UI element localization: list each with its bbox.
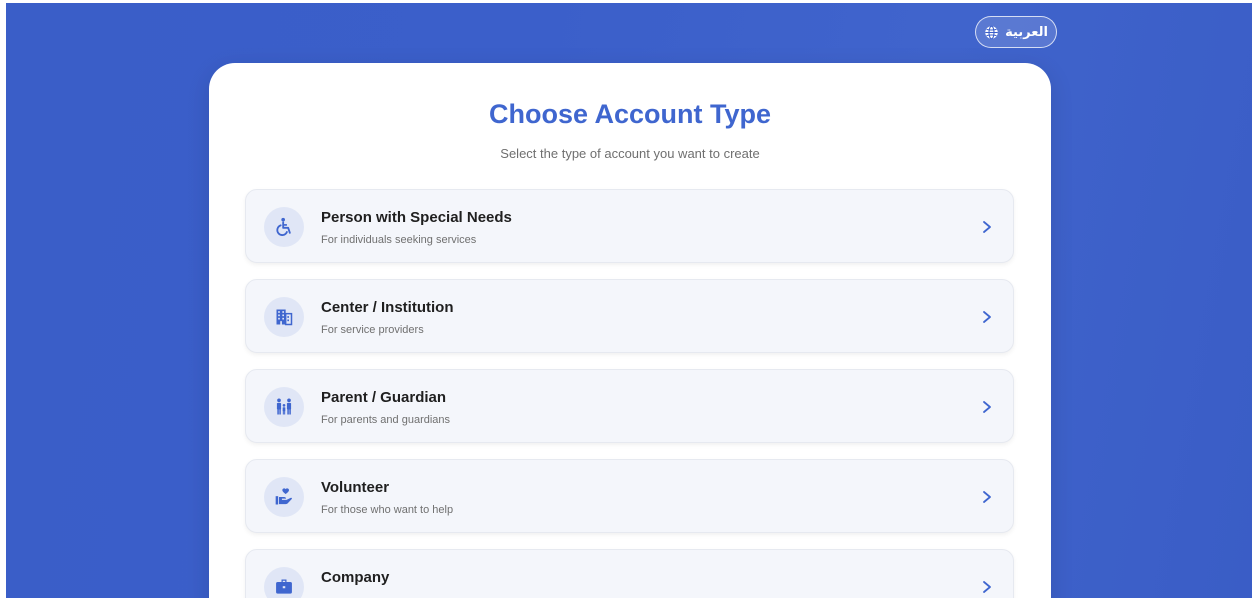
option-description: For those who want to help [321,504,454,516]
account-type-card: Choose Account Type Select the type of a… [209,63,1051,598]
globe-icon [984,25,999,40]
chevron-right-icon [981,580,993,594]
option-label: Center / Institution [321,299,454,316]
page-subtitle: Select the type of account you want to c… [500,146,760,161]
option-label: Volunteer [321,479,390,496]
option-center-institution[interactable]: Center / Institution For service provide… [245,279,1014,353]
language-label: العربية [1005,24,1048,39]
option-parent-guardian[interactable]: Parent / Guardian For parents and guardi… [245,369,1014,443]
chevron-right-icon [981,400,993,414]
accessibility-icon [264,207,304,247]
option-description: For parents and guardians [321,414,451,426]
helping-hand-icon [264,477,304,517]
option-label: Person with Special Needs [321,209,512,226]
option-company[interactable]: Company [245,549,1014,598]
option-description: For service providers [321,324,424,336]
option-label: Parent / Guardian [321,389,447,406]
page-background: العربية Choose Account Type Select the t… [6,3,1252,598]
briefcase-icon [264,567,304,598]
page-title: Choose Account Type [488,99,772,129]
language-toggle-button[interactable]: العربية [975,16,1057,48]
family-icon [264,387,304,427]
chevron-right-icon [981,490,993,504]
option-description: For individuals seeking services [321,234,477,246]
chevron-right-icon [981,220,993,234]
option-volunteer[interactable]: Volunteer For those who want to help [245,459,1014,533]
option-label: Company [321,569,390,586]
option-person-with-special-needs[interactable]: Person with Special Needs For individual… [245,189,1014,263]
chevron-right-icon [981,310,993,324]
building-icon [264,297,304,337]
